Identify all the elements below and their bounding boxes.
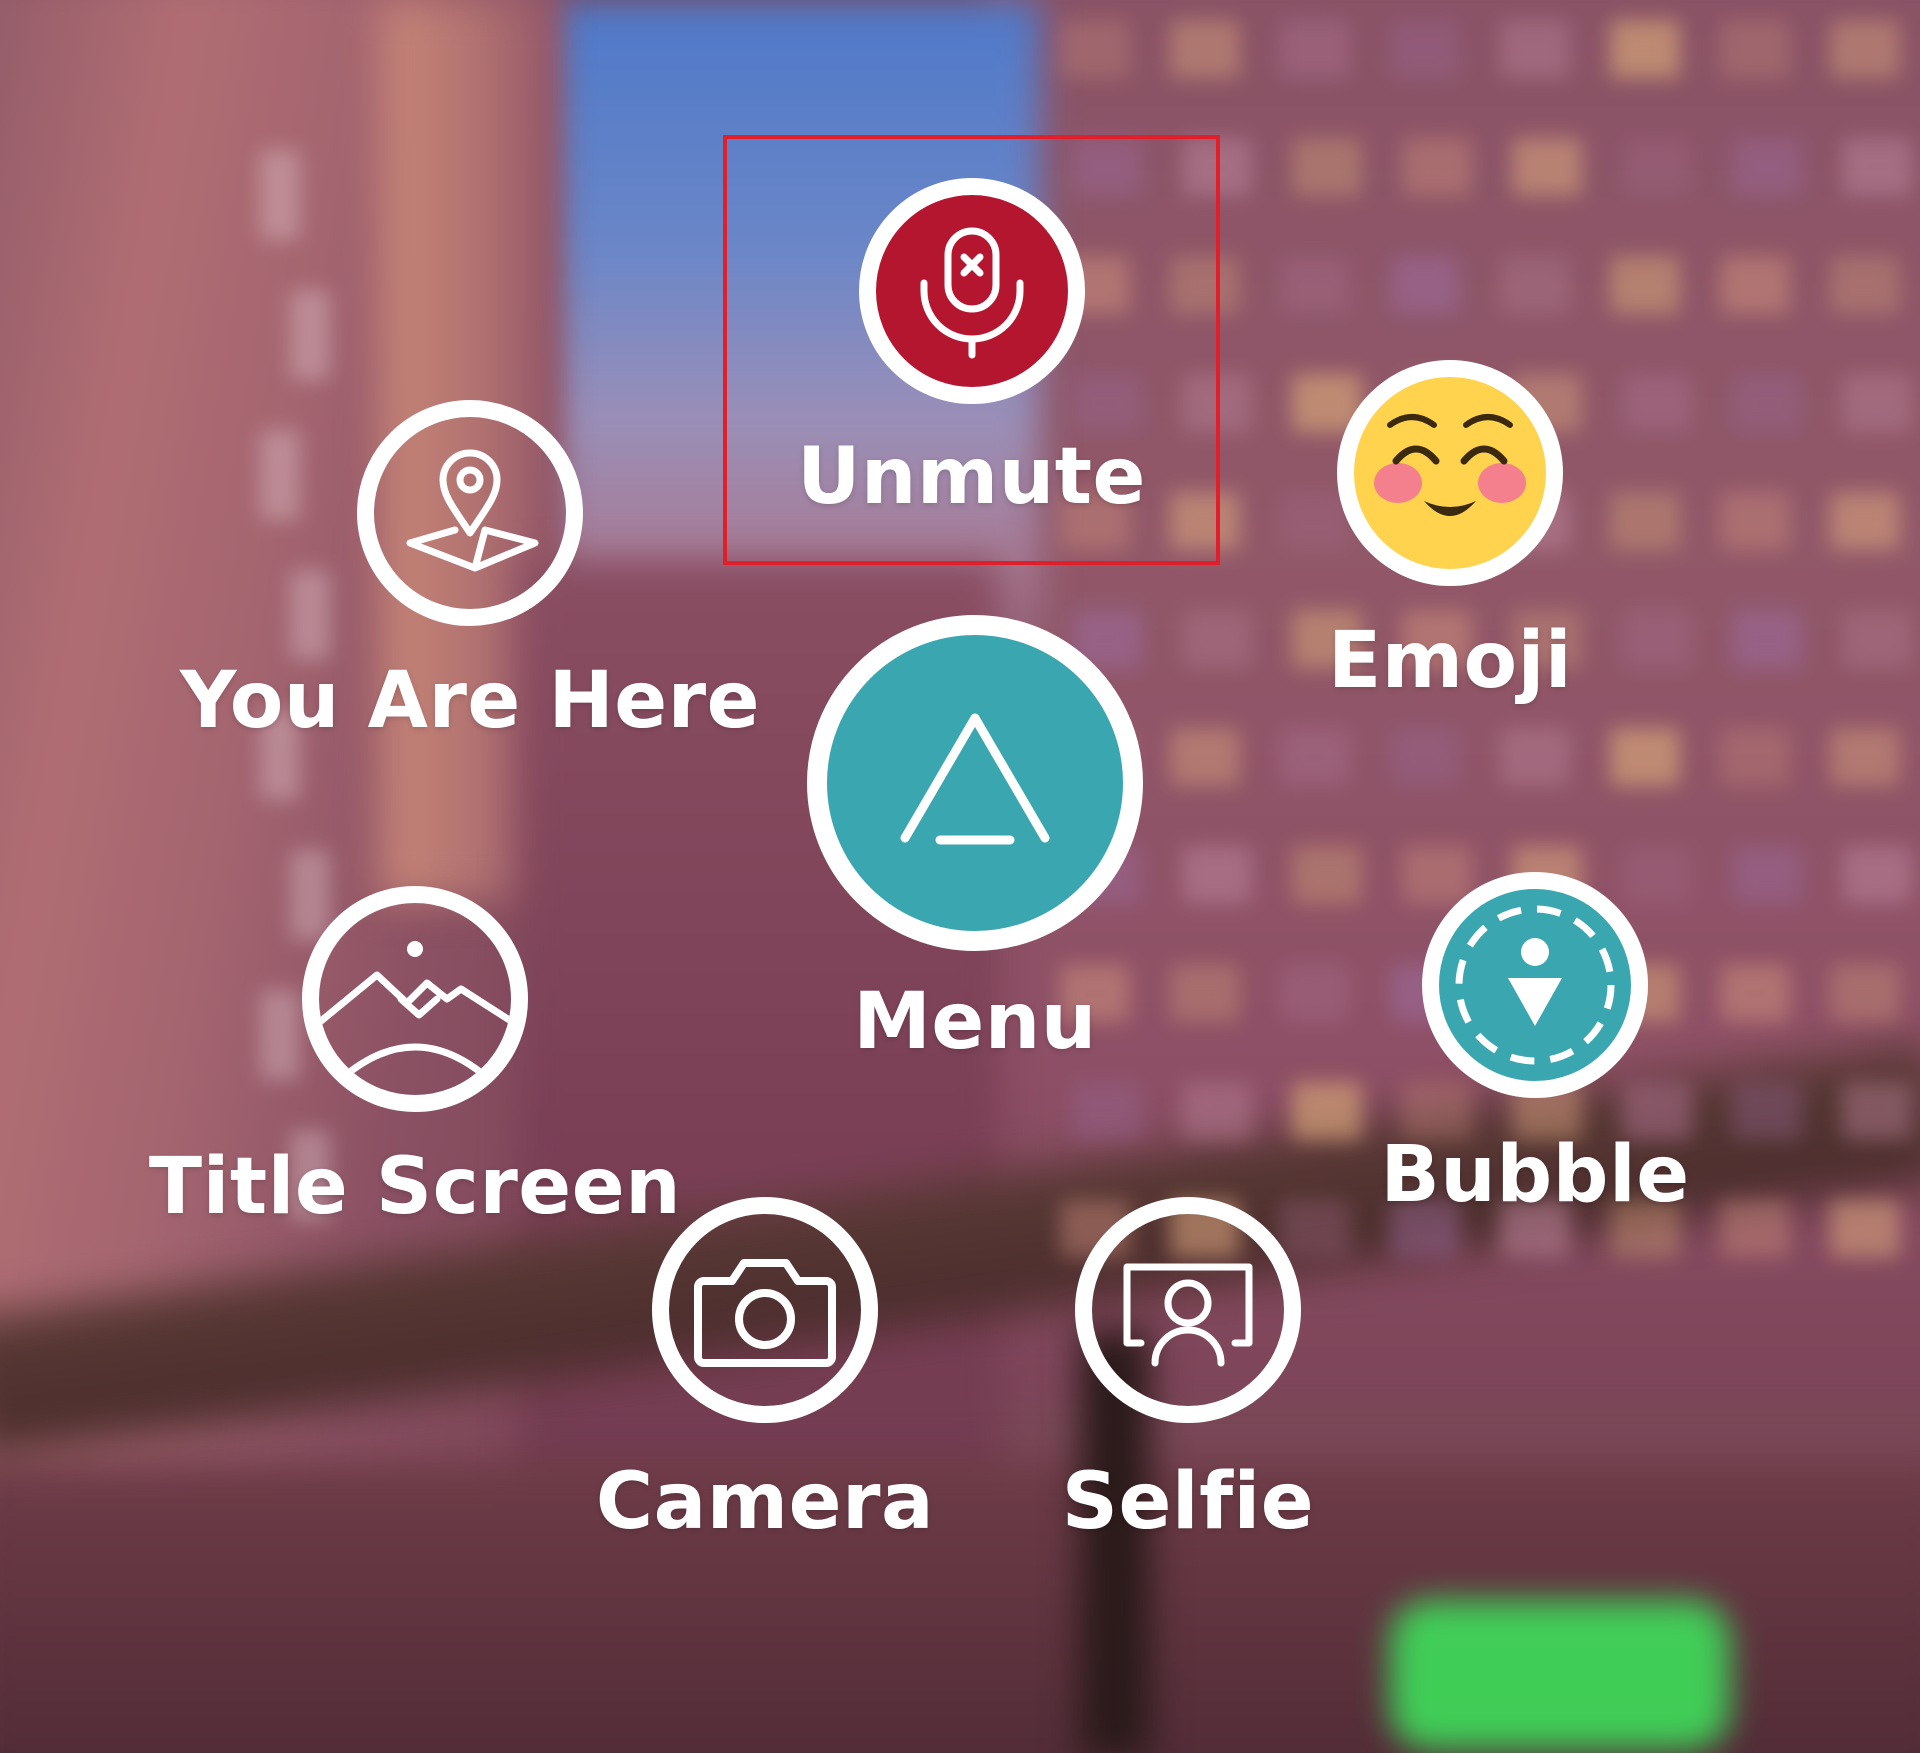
- building-window: [1842, 1082, 1912, 1140]
- building-window: [1182, 1082, 1252, 1140]
- unmute-button[interactable]: Unmute: [723, 178, 1220, 522]
- building-window: [260, 150, 300, 240]
- building-window: [1842, 610, 1912, 668]
- title-screen-button[interactable]: Title Screen: [149, 886, 681, 1232]
- building-window: [1500, 20, 1570, 78]
- camera-icon: [694, 1259, 836, 1367]
- title-screen-icon-circle: [302, 886, 528, 1112]
- bubble-label: Bubble: [1380, 1130, 1690, 1220]
- menu-button[interactable]: Menu: [760, 615, 1190, 1067]
- landscape-icon: [319, 941, 511, 1085]
- smiling-face-emoji-icon: [1374, 414, 1526, 516]
- building-window: [1720, 492, 1790, 550]
- building-window: [1610, 256, 1680, 314]
- camera-label: Camera: [595, 1457, 935, 1547]
- bubble-icon-circle: [1422, 872, 1648, 1098]
- building-window: [1072, 1082, 1142, 1140]
- building-window: [1732, 374, 1802, 432]
- building-window: [1280, 20, 1350, 78]
- menu-icon-circle: [807, 615, 1143, 951]
- emoji-icon-circle: [1337, 360, 1563, 586]
- building-window: [1732, 610, 1802, 668]
- building-window: [1842, 846, 1912, 904]
- building-window: [1830, 256, 1900, 314]
- building-window: [1390, 20, 1460, 78]
- menu-label: Menu: [853, 977, 1097, 1067]
- building-window: [1280, 728, 1350, 786]
- building-window: [1622, 138, 1692, 196]
- selfie-button[interactable]: Selfie: [1028, 1197, 1348, 1547]
- building-window: [1610, 728, 1680, 786]
- you-are-here-icon-circle: [357, 400, 583, 626]
- building-window: [1390, 256, 1460, 314]
- map-pin-icon: [406, 449, 539, 572]
- building-window: [1720, 20, 1790, 78]
- you-are-here-button[interactable]: You Are Here: [180, 400, 760, 746]
- building-window: [1292, 138, 1362, 196]
- unmute-icon-circle: [858, 178, 1085, 404]
- green-object: [1390, 1600, 1730, 1750]
- emoji-label: Emoji: [1327, 616, 1573, 706]
- building-window: [1842, 138, 1912, 196]
- building-window: [1720, 728, 1790, 786]
- building-window: [1182, 846, 1252, 904]
- microphone-muted-icon: [920, 227, 1023, 359]
- camera-button[interactable]: Camera: [590, 1197, 940, 1547]
- building-window: [1830, 964, 1900, 1022]
- triangle-up-icon: [900, 713, 1050, 845]
- camera-icon-circle: [652, 1197, 878, 1423]
- bubble-button[interactable]: Bubble: [1310, 872, 1760, 1220]
- building-window: [290, 290, 330, 380]
- building-window: [1732, 138, 1802, 196]
- building-window: [1842, 374, 1912, 432]
- building-window: [1830, 728, 1900, 786]
- selfie-icon: [1123, 1263, 1253, 1367]
- building-window: [1830, 1200, 1900, 1258]
- building-window: [1402, 138, 1472, 196]
- you-are-here-label: You Are Here: [179, 656, 761, 746]
- building-window: [1280, 256, 1350, 314]
- building-window: [1170, 20, 1240, 78]
- selfie-icon-circle: [1075, 1197, 1301, 1423]
- unmute-label: Unmute: [797, 432, 1146, 522]
- building-window: [1720, 256, 1790, 314]
- building-window: [1830, 20, 1900, 78]
- selfie-label: Selfie: [1061, 1457, 1315, 1547]
- building-window: [1512, 138, 1582, 196]
- building-window: [1390, 728, 1460, 786]
- building-window: [1500, 256, 1570, 314]
- building-window: [1500, 728, 1570, 786]
- emoji-button[interactable]: Emoji: [1230, 360, 1670, 706]
- building-window: [1060, 20, 1130, 78]
- building-window: [1830, 492, 1900, 550]
- building-window: [1610, 20, 1680, 78]
- personal-bubble-icon: [1455, 905, 1615, 1065]
